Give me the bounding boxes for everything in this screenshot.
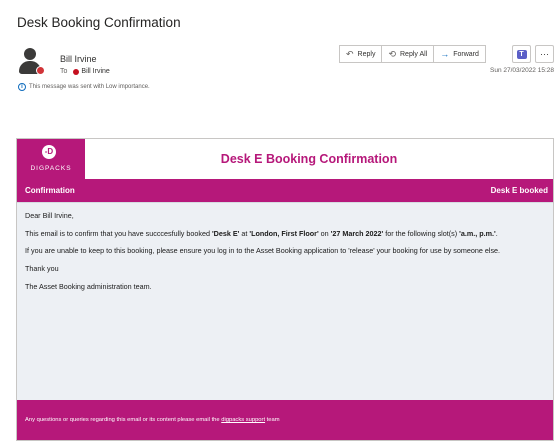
logo-mark-icon: -D (42, 145, 56, 159)
more-actions-button[interactable]: ··· (535, 45, 554, 63)
location-name: 'London, First Floor' (249, 228, 319, 238)
sender-name[interactable]: Bill Irvine (60, 54, 97, 64)
email-subject: Desk Booking Confirmation (17, 15, 181, 30)
reply-all-button[interactable]: ⟲ Reply All (382, 45, 435, 63)
avatar-head (24, 48, 36, 60)
importance-text: This message was sent with Low importanc… (29, 84, 150, 90)
footer-text-end: team (265, 417, 280, 423)
para1-text-5: . (495, 228, 498, 238)
para1-text-1: This email is to confirm that you have s… (25, 228, 212, 238)
para1-text-4: for the following slot(s) (383, 228, 460, 238)
reply-button[interactable]: ↶ Reply (339, 45, 383, 63)
reply-group: ↶ Reply ⟲ Reply All → Forward (339, 45, 486, 63)
forward-label: Forward (453, 50, 479, 58)
email-body: -D DIGPACKS Desk E Booking Confirmation … (16, 138, 554, 441)
status-bar: Confirmation Desk E booked (17, 179, 553, 202)
recipient-line: To Bill Irvine (60, 68, 110, 75)
reply-all-label: Reply All (400, 50, 428, 58)
avatar[interactable] (19, 48, 45, 75)
teams-button[interactable]: T (512, 45, 531, 63)
reply-label: Reply (357, 50, 376, 58)
signoff-line: The Asset Booking administration team. (25, 281, 152, 291)
message-actions: ↶ Reply ⟲ Reply All → Forward (339, 45, 486, 63)
thanks-line: Thank you (25, 264, 59, 274)
recipient-name[interactable]: Bill Irvine (81, 68, 109, 75)
para1-text-2: at (239, 228, 250, 238)
email-footer: Any questions or queries regarding this … (17, 400, 553, 440)
recipient-presence-icon (73, 68, 80, 75)
booking-slots: 'a.m., p.m.' (459, 228, 496, 238)
email-banner: -D DIGPACKS Desk E Booking Confirmation (17, 139, 553, 179)
importance-notice: i This message was sent with Low importa… (18, 83, 150, 91)
release-paragraph: If you are unable to keep to this bookin… (25, 246, 501, 256)
presence-busy-indicator (36, 66, 45, 75)
to-label: To (60, 68, 68, 75)
forward-button[interactable]: → Forward (434, 45, 486, 63)
confirmation-paragraph: This email is to confirm that you have s… (25, 229, 545, 239)
forward-icon: → (440, 49, 450, 59)
footer-text: Any questions or queries regarding this … (25, 417, 222, 423)
digpacks-logo: -D DIGPACKS (17, 139, 85, 179)
para1-text-3: on (318, 228, 331, 238)
support-link[interactable]: digpacks support (221, 417, 265, 423)
received-date: Sun 27/03/2022 15:28 (490, 67, 554, 74)
bar-left-label: Confirmation (25, 186, 75, 195)
banner-title: Desk E Booking Confirmation (220, 152, 398, 166)
reply-all-icon: ⟲ (388, 48, 396, 59)
booking-date: '27 March 2022' (330, 228, 384, 238)
email-header: Desk Booking Confirmation Bill Irvine To… (0, 0, 559, 128)
bar-right-label: Desk E booked (490, 186, 548, 195)
teams-icon: T (516, 49, 527, 59)
greeting: Dear Bill Irvine, (25, 211, 74, 220)
logo-wordmark: DIGPACKS (30, 165, 72, 172)
message-content: Dear Bill Irvine, This email is to confi… (17, 202, 553, 400)
reply-icon: ↶ (346, 48, 354, 59)
info-icon: i (18, 83, 26, 91)
desk-name: 'Desk E' (211, 228, 240, 238)
